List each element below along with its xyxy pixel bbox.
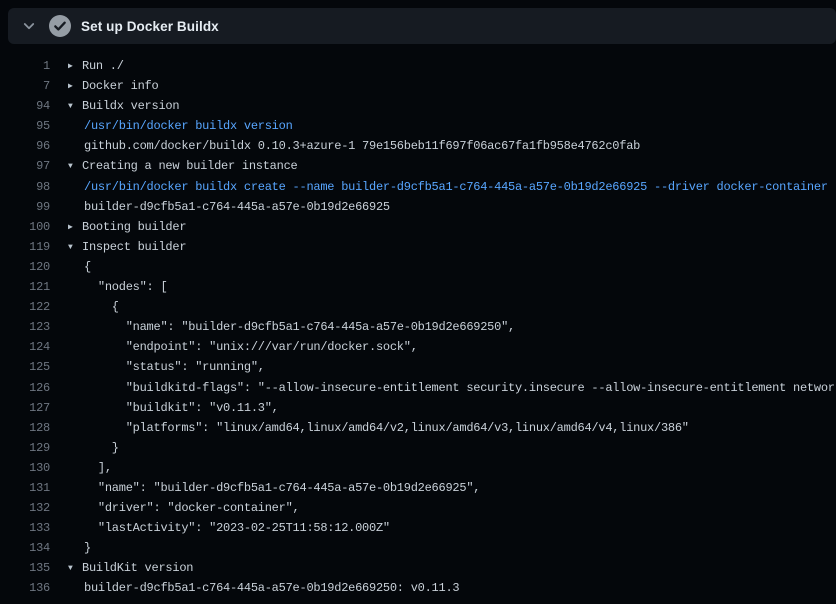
line-text: Inspect builder [82, 240, 186, 254]
line-text: ], [84, 461, 112, 475]
log-line: 129 } [0, 438, 836, 458]
line-text: { [84, 260, 91, 274]
line-text: github.com/docker/buildx 0.10.3+azure-1 … [84, 139, 640, 153]
line-number[interactable]: 130 [0, 458, 50, 478]
chevron-down-icon[interactable] [18, 15, 40, 37]
line-number[interactable]: 95 [0, 116, 50, 136]
line-text: "buildkitd-flags": "--allow-insecure-ent… [84, 381, 836, 395]
log-line: 136 builder-d9cfb5a1-c764-445a-a57e-0b19… [0, 578, 836, 598]
line-number[interactable]: 135 [0, 558, 50, 578]
line-number[interactable]: 100 [0, 217, 50, 237]
line-number[interactable]: 96 [0, 136, 50, 156]
log-group-line[interactable]: 100 ▶Booting builder [0, 217, 836, 237]
line-text: { [84, 300, 119, 314]
line-number[interactable]: 94 [0, 96, 50, 116]
line-text: builder-d9cfb5a1-c764-445a-a57e-0b19d2e6… [84, 581, 459, 595]
log-group-line[interactable]: 97 ▼Creating a new builder instance [0, 156, 836, 176]
log-line: 99 builder-d9cfb5a1-c764-445a-a57e-0b19d… [0, 197, 836, 217]
log-line: 96 github.com/docker/buildx 0.10.3+azure… [0, 136, 836, 156]
line-text: "nodes": [ [84, 280, 167, 294]
line-text: "platforms": "linux/amd64,linux/amd64/v2… [84, 421, 689, 435]
line-number[interactable]: 119 [0, 237, 50, 257]
line-text: "endpoint": "unix:///var/run/docker.sock… [84, 340, 418, 354]
triangle-right-icon: ▶ [68, 77, 82, 97]
log-line: 123 "name": "builder-d9cfb5a1-c764-445a-… [0, 317, 836, 337]
log-group-line[interactable]: 7 ▶Docker info [0, 76, 836, 96]
step-header[interactable]: Set up Docker Buildx [8, 8, 836, 44]
log-line: 120 { [0, 257, 836, 277]
line-number[interactable]: 1 [0, 56, 50, 76]
line-text: } [84, 441, 119, 455]
log-line: 132 "driver": "docker-container", [0, 498, 836, 518]
line-number[interactable]: 123 [0, 317, 50, 337]
log-group-line[interactable]: 119 ▼Inspect builder [0, 237, 836, 257]
line-number[interactable]: 125 [0, 357, 50, 377]
line-number[interactable]: 126 [0, 378, 50, 398]
triangle-down-icon: ▼ [68, 97, 82, 117]
log-line: 130 ], [0, 458, 836, 478]
line-number[interactable]: 131 [0, 478, 50, 498]
log-group-line[interactable]: 94 ▼Buildx version [0, 96, 836, 116]
line-text: "driver": "docker-container", [84, 501, 300, 515]
line-text: Run ./ [82, 59, 124, 73]
line-number[interactable]: 99 [0, 197, 50, 217]
log-line: 126 "buildkitd-flags": "--allow-insecure… [0, 378, 836, 398]
line-number[interactable]: 98 [0, 177, 50, 197]
line-text: Creating a new builder instance [82, 159, 298, 173]
triangle-right-icon: ▶ [68, 57, 82, 77]
log-line: 131 "name": "builder-d9cfb5a1-c764-445a-… [0, 478, 836, 498]
line-text: /usr/bin/docker buildx version [84, 119, 293, 133]
actions-log-viewer: { "header": { "title": "Set up Docker Bu… [0, 0, 836, 604]
line-text: Docker info [82, 79, 158, 93]
line-text: BuildKit version [82, 561, 193, 575]
log-line: 128 "platforms": "linux/amd64,linux/amd6… [0, 418, 836, 438]
triangle-down-icon: ▼ [68, 559, 82, 579]
line-number[interactable]: 7 [0, 76, 50, 96]
log-group-line[interactable]: 135 ▼BuildKit version [0, 558, 836, 578]
check-circle-icon [49, 15, 71, 37]
log-line: 121 "nodes": [ [0, 277, 836, 297]
line-number[interactable]: 121 [0, 277, 50, 297]
log-line: 124 "endpoint": "unix:///var/run/docker.… [0, 337, 836, 357]
line-number[interactable]: 136 [0, 578, 50, 598]
line-number[interactable]: 122 [0, 297, 50, 317]
line-number[interactable]: 129 [0, 438, 50, 458]
line-number[interactable]: 97 [0, 156, 50, 176]
log-lines: 1 ▶Run ./ 7 ▶Docker info 94 ▼Buildx vers… [0, 44, 836, 604]
line-text: "lastActivity": "2023-02-25T11:58:12.000… [84, 521, 390, 535]
log-line: 122 { [0, 297, 836, 317]
line-text: builder-d9cfb5a1-c764-445a-a57e-0b19d2e6… [84, 200, 390, 214]
line-text: "buildkit": "v0.11.3", [84, 401, 279, 415]
log-line: 134 } [0, 538, 836, 558]
line-text: Buildx version [82, 99, 179, 113]
line-text: "status": "running", [84, 360, 265, 374]
log-line: 127 "buildkit": "v0.11.3", [0, 398, 836, 418]
line-number[interactable]: 124 [0, 337, 50, 357]
line-number[interactable]: 120 [0, 257, 50, 277]
triangle-down-icon: ▼ [68, 238, 82, 258]
line-text: } [84, 541, 91, 555]
log-group-line[interactable]: 1 ▶Run ./ [0, 56, 836, 76]
log-line: 98 /usr/bin/docker buildx create --name … [0, 177, 836, 197]
triangle-down-icon: ▼ [68, 157, 82, 177]
line-text: /usr/bin/docker buildx create --name bui… [84, 180, 828, 194]
log-line: 125 "status": "running", [0, 357, 836, 377]
line-text: "name": "builder-d9cfb5a1-c764-445a-a57e… [84, 481, 480, 495]
line-number[interactable]: 133 [0, 518, 50, 538]
step-title: Set up Docker Buildx [81, 19, 219, 34]
line-number[interactable]: 132 [0, 498, 50, 518]
log-line: 95 /usr/bin/docker buildx version [0, 116, 836, 136]
line-number[interactable]: 128 [0, 418, 50, 438]
line-number[interactable]: 134 [0, 538, 50, 558]
line-text: "name": "builder-d9cfb5a1-c764-445a-a57e… [84, 320, 515, 334]
triangle-right-icon: ▶ [68, 218, 82, 238]
line-number[interactable]: 127 [0, 398, 50, 418]
line-text: Booting builder [82, 220, 186, 234]
log-line: 133 "lastActivity": "2023-02-25T11:58:12… [0, 518, 836, 538]
